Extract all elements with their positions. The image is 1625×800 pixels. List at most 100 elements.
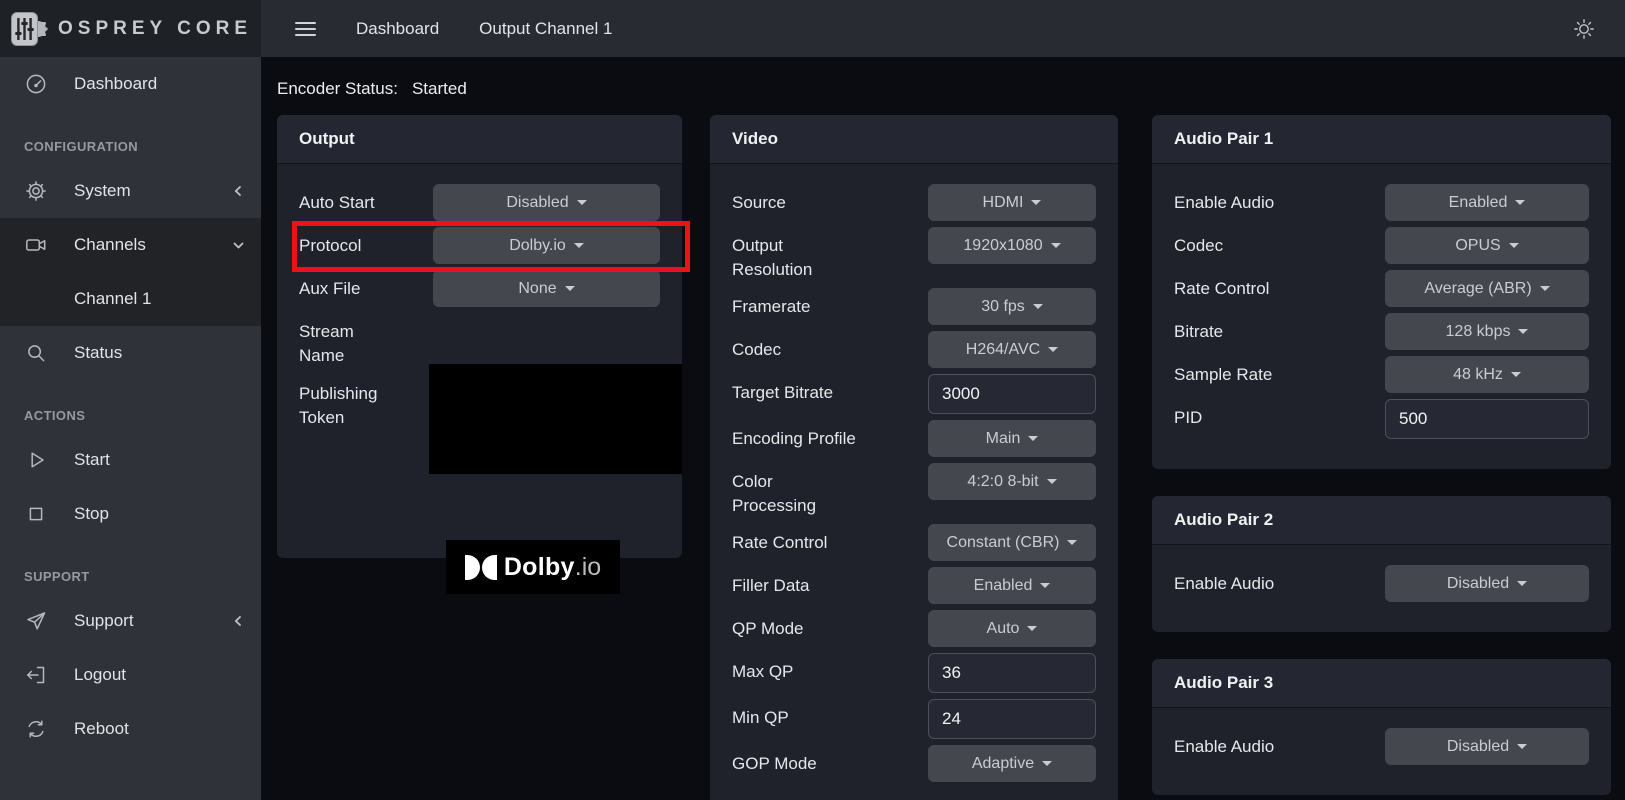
sidebar-item-label: Support xyxy=(74,611,134,631)
topnav-dashboard[interactable]: Dashboard xyxy=(356,19,439,39)
rate-control-select[interactable]: Constant (CBR) xyxy=(928,524,1096,561)
select-value: Disabled xyxy=(506,194,568,212)
audio-codec-select[interactable]: OPUS xyxy=(1385,227,1589,264)
chevron-down-icon xyxy=(1517,744,1527,749)
field-label: Enable Audio xyxy=(1174,184,1385,221)
field-label: Stream Name xyxy=(299,313,433,369)
topnav-output-channel-1[interactable]: Output Channel 1 xyxy=(479,19,612,39)
card-title: Audio Pair 2 xyxy=(1174,510,1273,529)
audio-pair-1-header: Audio Pair 1 xyxy=(1152,115,1611,164)
field-label: Framerate xyxy=(732,288,928,325)
field-label: Sample Rate xyxy=(1174,356,1385,393)
aux-file-select[interactable]: None xyxy=(433,270,660,307)
sidebar-item-reboot[interactable]: Reboot xyxy=(0,702,261,756)
paper-plane-icon xyxy=(24,609,48,633)
audio-pair-2-card: Audio Pair 2 Enable Audio Disabled xyxy=(1152,496,1611,632)
encoder-status-value: Started xyxy=(412,79,467,98)
chevron-down-icon xyxy=(1027,626,1037,631)
color-processing-select[interactable]: 4:2:0 8-bit xyxy=(928,463,1096,500)
sidebar-item-stop[interactable]: Stop xyxy=(0,487,261,541)
field-label: Rate Control xyxy=(1174,270,1385,307)
select-value: HDMI xyxy=(983,194,1024,212)
sidebar-item-support[interactable]: Support xyxy=(0,594,261,648)
field-label: Aux File xyxy=(299,270,433,307)
chevron-down-icon xyxy=(1518,329,1528,334)
select-value: H264/AVC xyxy=(966,341,1040,359)
row-min-qp: Min QP xyxy=(732,699,1096,739)
sidebar-item-status[interactable]: Status xyxy=(0,326,261,380)
enable-audio-select[interactable]: Disabled xyxy=(1385,728,1589,765)
max-qp-input[interactable] xyxy=(928,653,1096,693)
auto-start-select[interactable]: Disabled xyxy=(433,184,660,221)
main-content: Encoder Status:Started Output Auto Start… xyxy=(261,57,1625,800)
field-label: Max QP xyxy=(732,653,928,693)
menu-toggle-icon[interactable] xyxy=(295,22,316,36)
select-value: Auto xyxy=(987,620,1020,638)
sidebar-item-channel-1[interactable]: Channel 1 xyxy=(0,272,261,326)
framerate-select[interactable]: 30 fps xyxy=(928,288,1096,325)
row-audio-rate-control: Rate Control Average (ABR) xyxy=(1174,270,1589,307)
field-label: Codec xyxy=(732,331,928,368)
select-value: 30 fps xyxy=(981,298,1025,316)
brand-name: OSPREY CORE xyxy=(58,18,252,40)
card-title: Video xyxy=(732,129,778,148)
enable-audio-select[interactable]: Enabled xyxy=(1385,184,1589,221)
audio-bitrate-select[interactable]: 128 kbps xyxy=(1385,313,1589,350)
video-card: Video Source HDMI Output Resolution 1920… xyxy=(710,115,1118,800)
row-target-bitrate: Target Bitrate xyxy=(732,374,1096,414)
magnifier-icon xyxy=(24,341,48,365)
sidebar-item-start[interactable]: Start xyxy=(0,433,261,487)
target-bitrate-input[interactable] xyxy=(928,374,1096,414)
topbar: OSPREY CORE Dashboard Output Channel 1 xyxy=(0,0,1625,57)
row-pid: PID xyxy=(1174,399,1589,439)
min-qp-input[interactable] xyxy=(928,699,1096,739)
chevron-down-icon xyxy=(1540,286,1550,291)
row-filler-data: Filler Data Enabled xyxy=(732,567,1096,604)
sidebar-section-actions: ACTIONS xyxy=(24,408,237,423)
gop-mode-select[interactable]: Adaptive xyxy=(928,745,1096,782)
row-protocol: Protocol Dolby.io xyxy=(299,227,660,264)
field-label: Encoding Profile xyxy=(732,420,928,457)
select-value: 128 kbps xyxy=(1446,323,1511,341)
field-label: PID xyxy=(1174,399,1385,439)
field-label: Output Resolution xyxy=(732,227,928,282)
chevron-down-icon xyxy=(1509,243,1519,248)
theme-toggle-sun-icon[interactable] xyxy=(1573,18,1595,40)
field-label: Protocol xyxy=(299,227,433,264)
audio-pair-1-card: Audio Pair 1 Enable Audio Enabled Codec … xyxy=(1152,115,1611,469)
qp-mode-select[interactable]: Auto xyxy=(928,610,1096,647)
output-card-header: Output xyxy=(277,115,682,164)
sidebar-item-label: Channel 1 xyxy=(74,289,152,309)
sample-rate-select[interactable]: 48 kHz xyxy=(1385,356,1589,393)
audio-pair-2-header: Audio Pair 2 xyxy=(1152,496,1611,545)
sidebar-item-label: Reboot xyxy=(74,719,129,739)
sidebar-item-system[interactable]: System xyxy=(0,164,261,218)
field-label: Min QP xyxy=(732,699,928,739)
logout-icon xyxy=(24,663,48,687)
select-value: Disabled xyxy=(1447,575,1509,593)
chevron-down-icon xyxy=(1028,436,1038,441)
enable-audio-select[interactable]: Disabled xyxy=(1385,565,1589,602)
sidebar-item-channels[interactable]: Channels xyxy=(0,218,261,272)
sidebar-item-label: Status xyxy=(74,343,122,363)
protocol-select[interactable]: Dolby.io xyxy=(433,227,660,264)
encoding-profile-select[interactable]: Main xyxy=(928,420,1096,457)
pid-input[interactable] xyxy=(1385,399,1589,439)
card-title: Audio Pair 3 xyxy=(1174,673,1273,692)
codec-select[interactable]: H264/AVC xyxy=(928,331,1096,368)
osprey-logo-icon xyxy=(10,9,50,49)
select-value: Dolby.io xyxy=(509,237,566,255)
output-resolution-select[interactable]: 1920x1080 xyxy=(928,227,1096,264)
sidebar-item-logout[interactable]: Logout xyxy=(0,648,261,702)
audio-rate-control-select[interactable]: Average (ABR) xyxy=(1385,270,1589,307)
filler-data-select[interactable]: Enabled xyxy=(928,567,1096,604)
sidebar-item-label: System xyxy=(74,181,131,201)
chevron-down-icon xyxy=(1048,347,1058,352)
source-select[interactable]: HDMI xyxy=(928,184,1096,221)
dolby-logo-text: Dolby xyxy=(504,553,575,582)
dolby-io-logo: Dolby.io xyxy=(446,540,620,594)
row-framerate: Framerate 30 fps xyxy=(732,288,1096,325)
row-aux-file: Aux File None xyxy=(299,270,660,307)
sidebar-item-dashboard[interactable]: Dashboard xyxy=(0,57,261,111)
dolby-double-d-icon xyxy=(465,555,497,580)
